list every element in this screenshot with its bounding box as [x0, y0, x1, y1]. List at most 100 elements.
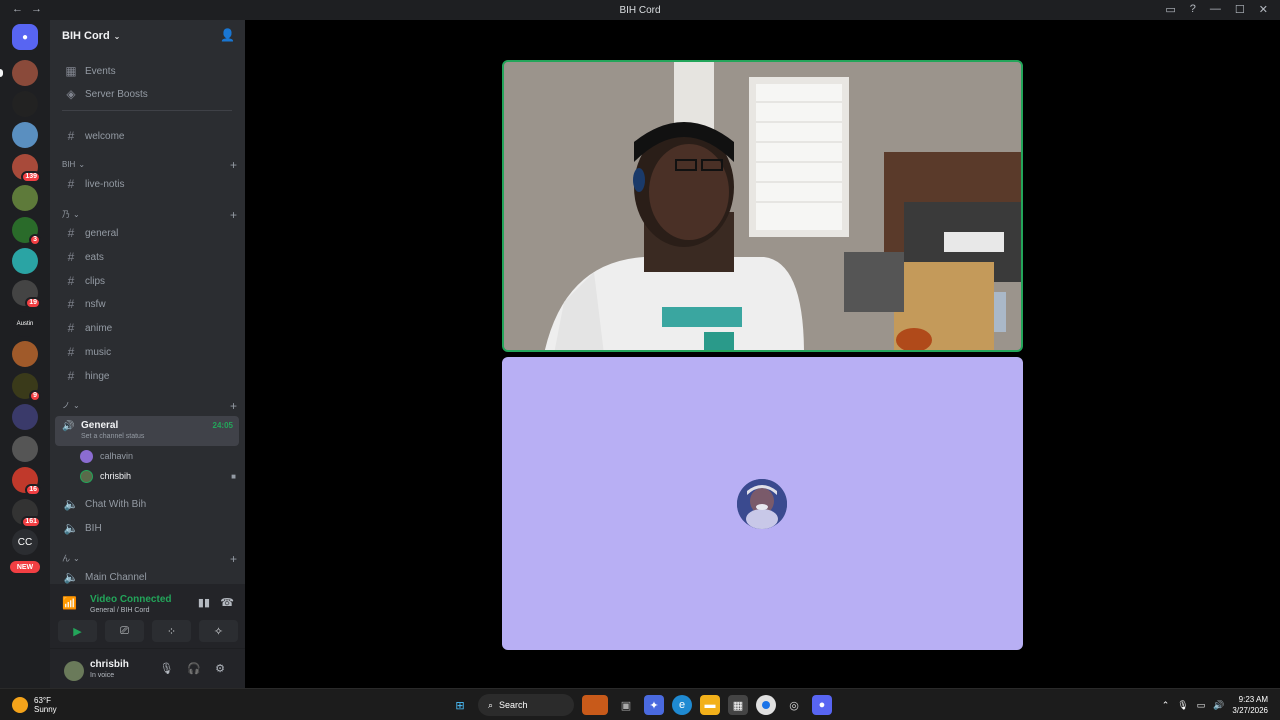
- voice-location[interactable]: General / BIH Cord: [90, 607, 150, 614]
- server-icon[interactable]: [12, 436, 38, 462]
- camera-button[interactable]: ▶: [58, 620, 97, 642]
- server-icon[interactable]: [12, 341, 38, 367]
- category-header[interactable]: ノ ⌄ +: [62, 399, 237, 413]
- avatar: [80, 449, 93, 463]
- task-view-icon[interactable]: ▣: [616, 695, 636, 715]
- chevron-up-icon[interactable]: ⌃: [1162, 700, 1170, 711]
- voice-channel-bih[interactable]: 🔈 BIH: [58, 518, 238, 538]
- mic-tray-icon[interactable]: 🎙: [1177, 700, 1188, 711]
- voice-status: Video Connected: [90, 594, 172, 605]
- server-icon[interactable]: 3: [12, 217, 41, 246]
- camera-icon: ■: [231, 471, 236, 481]
- category-header[interactable]: BIH ⌄ +: [62, 158, 237, 172]
- add-channel-icon[interactable]: +: [230, 552, 237, 566]
- search-box[interactable]: ⌕ Search: [478, 694, 574, 716]
- invite-icon[interactable]: 👤: [220, 28, 235, 42]
- mention-badge: 161: [21, 516, 41, 528]
- channel-live-notis[interactable]: # live-notis: [58, 174, 238, 194]
- signal-icon[interactable]: 📶: [62, 596, 77, 610]
- avatar[interactable]: [64, 661, 84, 681]
- nav-events[interactable]: ▦ Events: [58, 61, 238, 81]
- noise-suppression-icon[interactable]: ▮▮: [198, 596, 210, 609]
- store-icon[interactable]: ▦: [728, 695, 748, 715]
- server-icon[interactable]: 19: [12, 280, 41, 309]
- search-icon: ⌕: [488, 699, 494, 710]
- server-icon[interactable]: [12, 60, 38, 86]
- divider: [62, 110, 232, 111]
- hash-icon: #: [67, 321, 75, 335]
- channel-welcome[interactable]: # welcome: [58, 126, 238, 146]
- discord-home-icon[interactable]: ●: [12, 24, 38, 50]
- screen-share-button[interactable]: ⎚: [105, 620, 144, 642]
- server-icon[interactable]: [12, 122, 38, 148]
- voice-channel-general[interactable]: 🔊 General Set a channel status 24:05: [55, 416, 239, 446]
- minimize-button[interactable]: —: [1210, 3, 1221, 16]
- soundboard-button[interactable]: ✧: [199, 620, 238, 642]
- hash-icon: #: [67, 177, 75, 191]
- avatar: [80, 469, 93, 483]
- server-header[interactable]: BIH Cord ⌄ 👤: [50, 20, 245, 52]
- video-tile-avatar[interactable]: [502, 357, 1023, 650]
- nav-server-boosts[interactable]: ◈ Server Boosts: [58, 84, 238, 104]
- voice-member[interactable]: chrisbih ■: [80, 467, 240, 485]
- close-button[interactable]: ✕: [1259, 3, 1268, 16]
- weather-widget[interactable]: 63°F Sunny: [12, 696, 57, 714]
- chrome-icon[interactable]: [756, 695, 776, 715]
- mention-badge: 3: [29, 234, 41, 246]
- channel-anime[interactable]: # anime: [58, 318, 238, 338]
- category-header[interactable]: ん ⌄ +: [62, 552, 237, 566]
- add-channel-icon[interactable]: +: [230, 158, 237, 172]
- volume-icon[interactable]: 🔊: [1213, 700, 1224, 711]
- network-icon[interactable]: ▭: [1197, 700, 1206, 711]
- channel-clips[interactable]: # clips: [58, 271, 238, 291]
- clock[interactable]: 9:23 AM 3/27/2026: [1232, 694, 1268, 716]
- channel-music[interactable]: # music: [58, 342, 238, 362]
- mic-icon[interactable]: 🎙: [159, 662, 173, 675]
- edge-icon[interactable]: e: [672, 695, 692, 715]
- mention-badge: 9: [29, 390, 41, 402]
- mention-badge: 139: [21, 171, 41, 183]
- voice-channel-chat-with-bih[interactable]: 🔈 Chat With Bih: [58, 494, 238, 514]
- server-icon[interactable]: Austin: [12, 311, 38, 337]
- help-icon[interactable]: ?: [1190, 3, 1196, 16]
- hash-icon: #: [67, 250, 75, 264]
- system-tray: ⌃ 🎙 ▭ 🔊 9:23 AM 3/27/2026: [1162, 694, 1268, 716]
- disconnect-icon[interactable]: ☎: [220, 596, 234, 609]
- widgets-icon[interactable]: [582, 695, 608, 715]
- server-icon[interactable]: [12, 91, 38, 117]
- windows-start-icon[interactable]: ⊞: [450, 695, 470, 715]
- video-tile-camera[interactable]: [502, 60, 1023, 352]
- server-icon[interactable]: [12, 185, 38, 211]
- channel-hinge[interactable]: # hinge: [58, 366, 238, 386]
- channel-status[interactable]: Set a channel status: [81, 433, 144, 440]
- username: chrisbih: [90, 659, 129, 670]
- server-icon[interactable]: 139: [12, 154, 41, 183]
- app-icon[interactable]: ◎: [784, 695, 804, 715]
- server-icon[interactable]: [12, 404, 38, 430]
- settings-gear-icon[interactable]: ⚙: [215, 662, 225, 675]
- maximize-button[interactable]: ☐: [1235, 3, 1245, 16]
- server-cc-icon[interactable]: CC: [12, 529, 38, 555]
- hash-icon: #: [67, 345, 75, 359]
- mention-badge: 16: [25, 484, 41, 496]
- activities-button[interactable]: ⁘: [152, 620, 191, 642]
- os-taskbar: 63°F Sunny ⊞ ⌕ Search ▣ ✦ e ▬ ▦ ◎ ● ⌃ 🎙 …: [0, 688, 1280, 720]
- inbox-icon[interactable]: ▭: [1165, 3, 1175, 16]
- server-icon[interactable]: 161: [12, 499, 41, 528]
- channel-eats[interactable]: # eats: [58, 247, 238, 267]
- add-channel-icon[interactable]: +: [230, 208, 237, 222]
- server-icon[interactable]: [12, 248, 38, 274]
- server-icon[interactable]: 9: [12, 373, 41, 402]
- hash-icon: #: [67, 297, 75, 311]
- voice-member[interactable]: calhavin: [80, 447, 240, 465]
- speaker-icon: 🔈: [63, 521, 79, 535]
- add-channel-icon[interactable]: +: [230, 399, 237, 413]
- category-header[interactable]: 乃 ⌄ +: [62, 208, 237, 222]
- headphones-icon[interactable]: 🎧: [187, 662, 201, 675]
- discord-taskbar-icon[interactable]: ●: [812, 695, 832, 715]
- channel-nsfw[interactable]: # nsfw: [58, 294, 238, 314]
- copilot-icon[interactable]: ✦: [644, 695, 664, 715]
- file-explorer-icon[interactable]: ▬: [700, 695, 720, 715]
- channel-general[interactable]: # general: [58, 223, 238, 243]
- server-icon[interactable]: 16: [12, 467, 41, 496]
